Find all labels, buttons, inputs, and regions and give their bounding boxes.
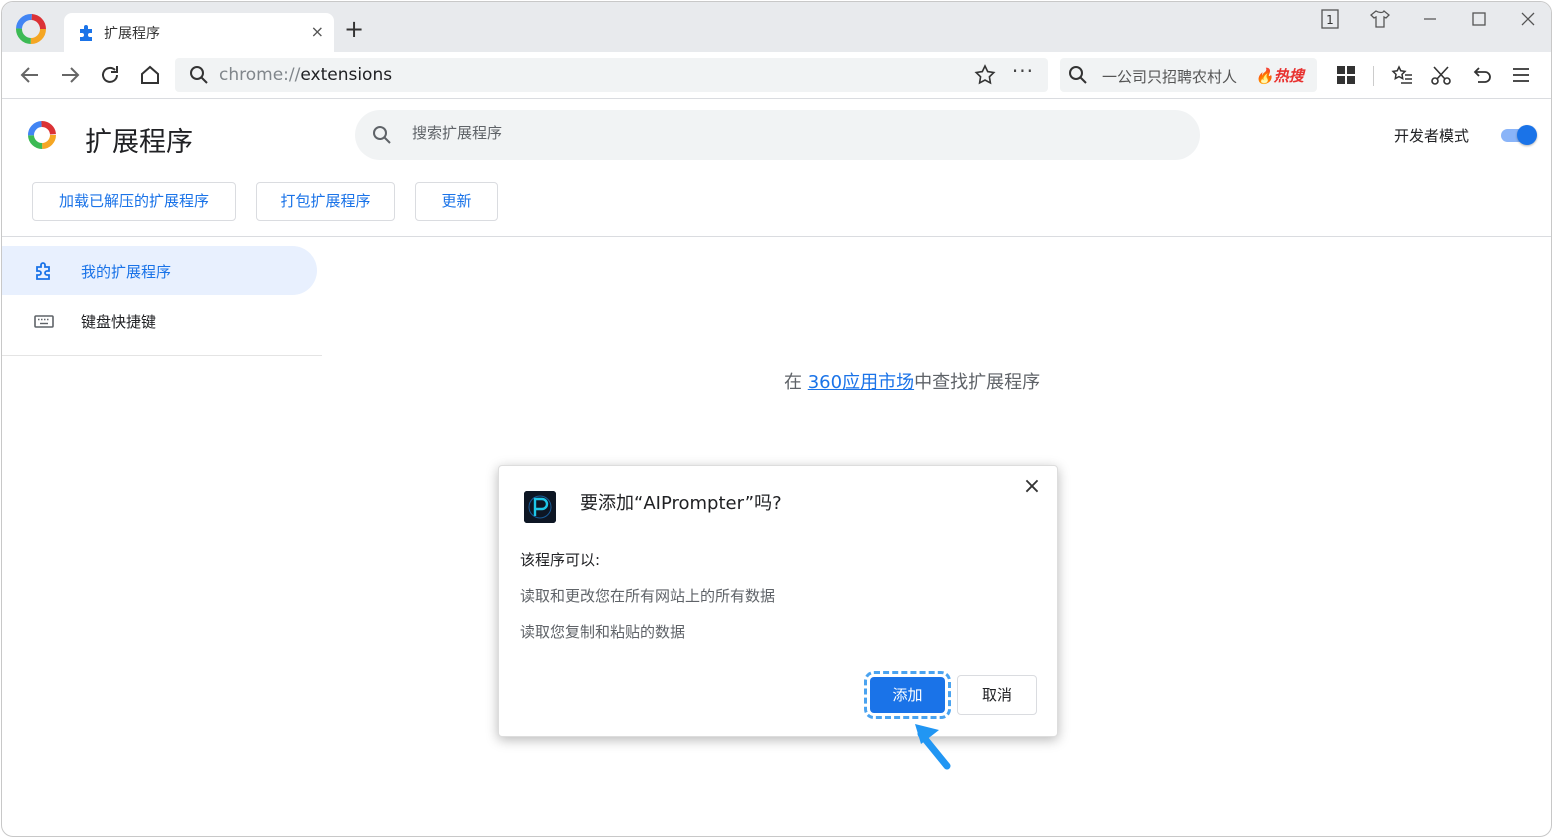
pack-extension-button[interactable]: 打包扩展程序 — [256, 182, 395, 221]
permission-item: 读取您复制和粘贴的数据 — [520, 623, 686, 641]
search-icon — [1069, 66, 1087, 84]
scissors-icon[interactable] — [1430, 64, 1452, 86]
market-suffix: 中查找扩展程序 — [914, 372, 1041, 393]
minimize-button[interactable] — [1418, 9, 1442, 31]
add-extension-dialog: 要添加“AIPrompter”吗? × 该程序可以: 读取和更改您在所有网站上的… — [498, 465, 1058, 737]
toggle-knob — [1517, 125, 1537, 145]
dialog-title: 要添加“AIPrompter”吗? — [580, 493, 782, 514]
back-icon[interactable] — [18, 63, 42, 87]
more-icon[interactable]: ··· — [1012, 59, 1034, 83]
permission-item: 读取和更改您在所有网站上的所有数据 — [520, 587, 776, 605]
browser-window: 扩展程序 × + 1 chrome://extensions ··· 一公司只招… — [1, 1, 1552, 837]
extension-search[interactable] — [355, 110, 1200, 160]
market-prefix: 在 — [784, 372, 808, 393]
dialog-close-icon[interactable]: × — [1019, 474, 1045, 500]
tab-title: 扩展程序 — [104, 26, 160, 42]
hot-search-label: 热搜 — [1273, 67, 1304, 85]
sidebar-item-label: 我的扩展程序 — [81, 263, 172, 281]
url-text: chrome://extensions — [219, 65, 392, 85]
minimize-icon — [1424, 18, 1436, 20]
hot-search-box[interactable]: 一公司只招聘农村人 🔥热搜 — [1060, 58, 1317, 92]
extension-search-input[interactable] — [410, 123, 1110, 143]
close-icon — [1521, 12, 1535, 26]
url-path: extensions — [300, 65, 393, 85]
cancel-button[interactable]: 取消 — [957, 675, 1037, 715]
sidebar-item-keyboard-shortcuts[interactable]: 键盘快捷键 — [2, 296, 317, 345]
market-hint: 在 360应用市场中查找扩展程序 — [784, 368, 1040, 394]
add-button[interactable]: 添加 — [864, 671, 951, 719]
hot-search-text: 一公司只招聘农村人 — [1102, 68, 1238, 86]
maximize-icon — [1472, 12, 1486, 26]
apps-grid-icon[interactable] — [1335, 64, 1357, 86]
tab-close-icon[interactable]: × — [311, 22, 324, 41]
tab-count-icon: 1 — [1321, 9, 1339, 29]
extensions-header: 扩展程序 开发者模式 加载已解压的扩展程序 打包扩展程序 更新 — [2, 100, 1551, 237]
toolbar: chrome://extensions ··· 一公司只招聘农村人 🔥热搜 — [2, 52, 1551, 99]
browser-logo-icon[interactable] — [16, 14, 46, 44]
reload-icon[interactable] — [98, 63, 122, 87]
url-scheme: chrome:// — [219, 65, 301, 85]
toolbar-divider — [1373, 66, 1374, 86]
menu-icon[interactable] — [1510, 64, 1532, 86]
market-link[interactable]: 360应用市场 — [808, 372, 914, 393]
tab-extensions[interactable]: 扩展程序 × — [64, 13, 334, 53]
sidebar: 我的扩展程序 键盘快捷键 — [2, 238, 322, 356]
shirt-icon — [1370, 9, 1390, 28]
bookmark-star-icon[interactable] — [974, 64, 996, 86]
dialog-subtitle: 该程序可以: — [520, 551, 601, 569]
aiprompter-extension-icon — [524, 491, 556, 523]
puzzle-icon — [36, 262, 50, 280]
new-tab-button[interactable]: + — [344, 17, 364, 41]
puzzle-icon — [80, 25, 92, 41]
extensions-logo-icon — [28, 121, 56, 149]
home-icon[interactable] — [138, 63, 162, 87]
pointer-arrow-icon — [915, 724, 951, 770]
tab-count-text: 1 — [1326, 13, 1334, 27]
flame-icon: 🔥 — [1255, 67, 1274, 85]
forward-icon[interactable] — [58, 63, 82, 87]
developer-mode-label: 开发者模式 — [1394, 127, 1470, 145]
sidebar-item-label: 键盘快捷键 — [81, 313, 157, 331]
tab-bar: 扩展程序 × + 1 — [2, 2, 1551, 53]
maximize-button[interactable] — [1467, 9, 1491, 31]
tab-count-button[interactable]: 1 — [1318, 9, 1342, 31]
sidebar-item-my-extensions[interactable]: 我的扩展程序 — [2, 246, 317, 295]
load-unpacked-button[interactable]: 加载已解压的扩展程序 — [32, 182, 236, 221]
undo-icon[interactable] — [1470, 64, 1492, 86]
update-button[interactable]: 更新 — [415, 182, 498, 221]
developer-mode-toggle[interactable] — [1499, 124, 1538, 146]
page-title: 扩展程序 — [85, 127, 193, 158]
skin-button[interactable] — [1368, 9, 1392, 31]
close-window-button[interactable] — [1516, 9, 1540, 31]
search-icon — [190, 66, 208, 84]
address-bar[interactable]: chrome://extensions ··· — [175, 58, 1048, 92]
search-icon — [373, 126, 391, 144]
keyboard-icon — [34, 315, 54, 328]
favorites-list-icon[interactable] — [1391, 64, 1413, 86]
hot-search-badge: 🔥热搜 — [1255, 65, 1304, 86]
